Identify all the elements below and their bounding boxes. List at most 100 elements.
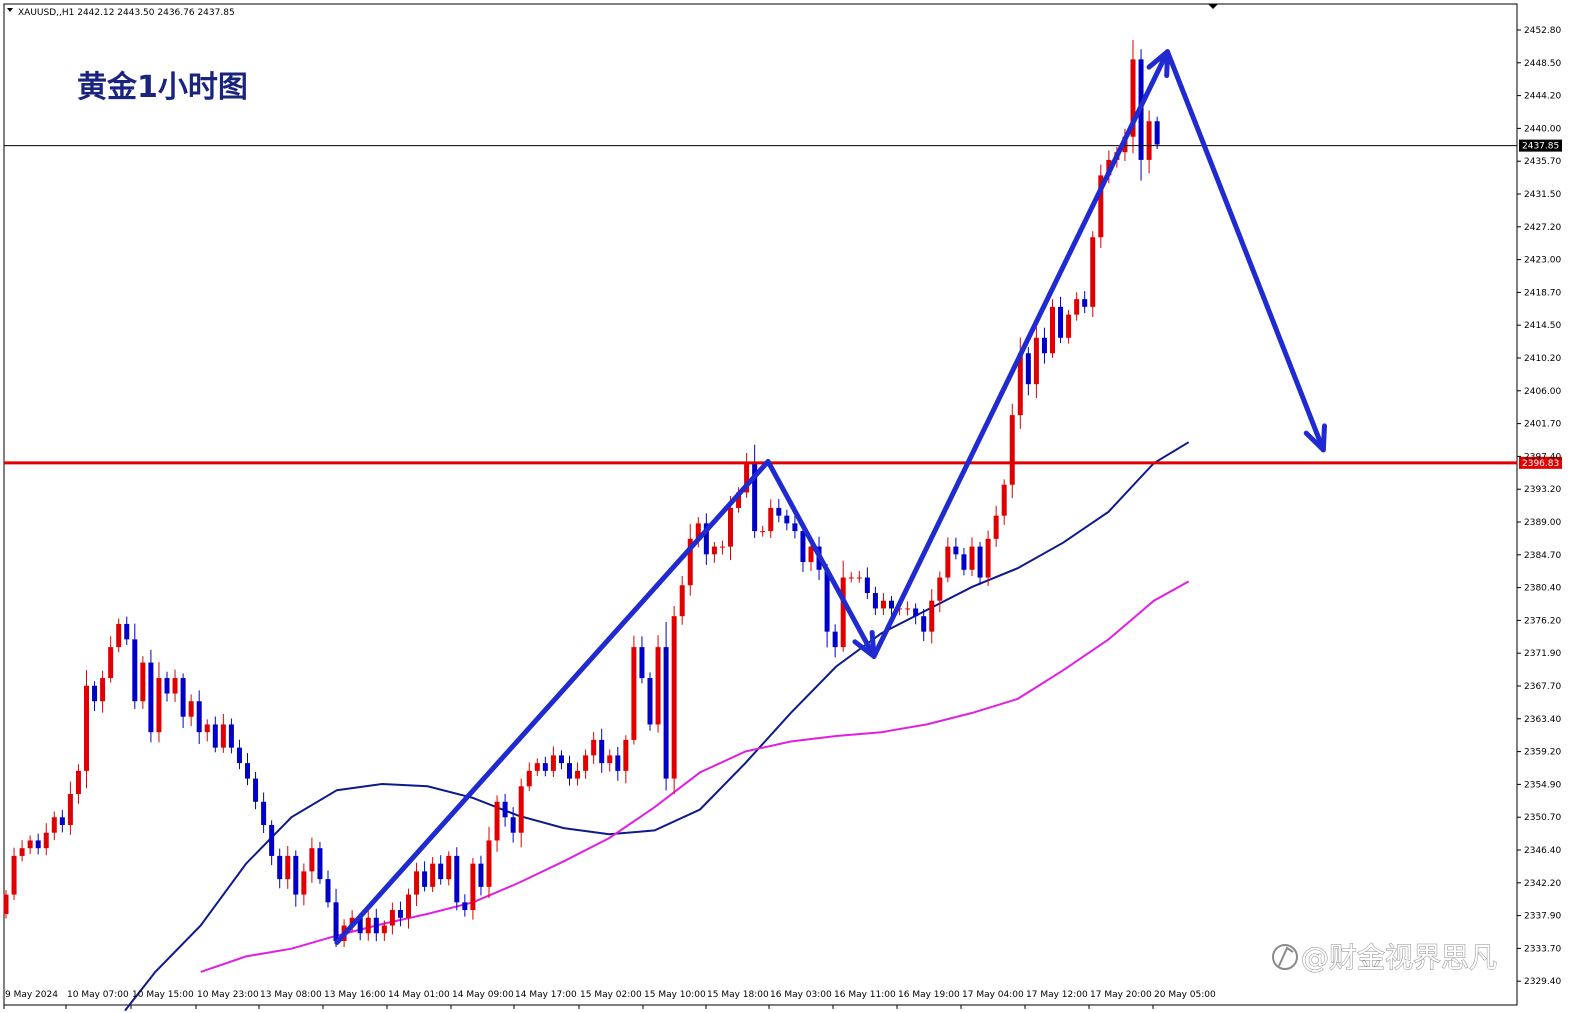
y-tick-label: 2406.00 xyxy=(1524,387,1561,397)
candle-body xyxy=(1050,306,1055,354)
candle-body xyxy=(422,871,428,887)
x-tick-label: 17 May 04:00 xyxy=(962,990,1024,1000)
y-tick-label: 2376.20 xyxy=(1524,616,1561,626)
candle-body xyxy=(269,824,275,856)
candle-body xyxy=(309,848,315,872)
candle-body xyxy=(51,817,57,833)
candle-body xyxy=(824,569,830,632)
candle-body xyxy=(486,840,492,887)
candle-body xyxy=(172,678,178,694)
x-tick-label: 20 May 05:00 xyxy=(1154,990,1216,1000)
candle-body xyxy=(35,840,41,849)
candle-body xyxy=(414,871,420,895)
x-tick-label: 13 May 16:00 xyxy=(324,990,386,1000)
candle-body xyxy=(108,647,114,679)
candle-body xyxy=(156,678,162,733)
y-tick-label: 2423.00 xyxy=(1524,256,1561,266)
candle-body xyxy=(462,902,468,911)
y-tick-label: 2359.20 xyxy=(1524,748,1561,758)
candle-body xyxy=(639,647,645,679)
candle-body xyxy=(542,763,548,771)
candle-body xyxy=(1074,299,1080,315)
candle-body xyxy=(373,917,379,934)
x-tick-label: 9 May 2024 xyxy=(5,990,58,1000)
candle-body xyxy=(261,801,267,825)
x-tick-label: 10 May 23:00 xyxy=(197,990,259,1000)
candle-body xyxy=(1001,484,1007,516)
candle-body xyxy=(132,639,138,702)
candle-body xyxy=(253,778,259,802)
candle-body xyxy=(784,515,790,524)
candle-body xyxy=(961,554,967,570)
candle-body xyxy=(1033,337,1039,385)
candle-body xyxy=(969,546,975,570)
y-tick-label: 2410.20 xyxy=(1524,354,1561,364)
y-tick-label: 2435.70 xyxy=(1524,157,1561,167)
candle-body xyxy=(534,763,540,771)
candle-body xyxy=(599,739,605,764)
candle-body xyxy=(228,724,234,748)
x-tick-label: 16 May 03:00 xyxy=(770,990,832,1000)
candle-body xyxy=(1066,314,1072,338)
candle-body xyxy=(655,647,661,725)
candle-body xyxy=(1041,337,1047,354)
candle-body xyxy=(1146,121,1152,160)
candle-body xyxy=(454,855,460,903)
candle-body xyxy=(800,531,806,563)
candle-body xyxy=(277,855,283,880)
candle-body xyxy=(776,507,782,516)
candle-body xyxy=(92,685,98,702)
x-tick-label: 15 May 02:00 xyxy=(580,990,642,1000)
candle-body xyxy=(913,608,919,617)
candle-body xyxy=(220,724,226,748)
candle-body xyxy=(1025,353,1031,385)
x-tick-label: 14 May 09:00 xyxy=(452,990,514,1000)
candle-body xyxy=(679,585,685,617)
y-tick-label: 2440.00 xyxy=(1524,124,1561,134)
x-tick-label: 15 May 18:00 xyxy=(707,990,769,1000)
candle-body xyxy=(558,755,564,764)
candle-body xyxy=(550,755,556,771)
y-tick-label: 2397.40 xyxy=(1524,452,1561,462)
y-tick-label: 2384.70 xyxy=(1524,551,1561,561)
candle-body xyxy=(864,577,870,593)
candle-body xyxy=(3,894,9,914)
x-tick-label: 17 May 12:00 xyxy=(1026,990,1088,1000)
x-tick-label: 14 May 17:00 xyxy=(515,990,577,1000)
y-tick-label: 2389.00 xyxy=(1524,518,1561,528)
candle-body xyxy=(116,623,122,648)
candle-body xyxy=(59,817,65,825)
current-price-label: 2437.85 xyxy=(1522,142,1559,152)
candle-body xyxy=(478,863,484,887)
y-tick-label: 2337.90 xyxy=(1524,912,1561,922)
candle-body xyxy=(848,577,854,579)
candle-body xyxy=(124,623,130,640)
candle-body xyxy=(856,577,862,579)
x-tick-label: 13 May 08:00 xyxy=(260,990,322,1000)
candle-body xyxy=(75,770,81,795)
y-tick-label: 2418.70 xyxy=(1524,288,1561,298)
candle-body xyxy=(325,879,331,903)
candle-body xyxy=(188,701,194,717)
candle-body xyxy=(760,531,766,533)
candle-body xyxy=(510,817,516,833)
price-chart: 2437.852396.83 2452.802448.502444.202440… xyxy=(0,0,1573,1013)
y-tick-label: 2452.80 xyxy=(1524,26,1561,36)
candle-body xyxy=(945,546,951,578)
candle-body xyxy=(953,546,959,555)
y-tick-label: 2380.40 xyxy=(1524,584,1561,594)
candle-body xyxy=(840,577,846,648)
y-tick-label: 2414.50 xyxy=(1524,321,1561,331)
candle-body xyxy=(293,855,299,895)
candle-body xyxy=(832,631,838,648)
candle-body xyxy=(583,755,589,771)
chart-background xyxy=(0,0,1573,1013)
y-tick-label: 2371.90 xyxy=(1524,649,1561,659)
candle-body xyxy=(631,647,637,740)
candle-body xyxy=(921,616,927,632)
candle-body xyxy=(768,507,774,532)
x-tick-label: 10 May 07:00 xyxy=(67,990,129,1000)
x-tick-label: 14 May 01:00 xyxy=(388,990,450,1000)
candle-body xyxy=(438,863,444,880)
candle-body xyxy=(711,546,717,555)
